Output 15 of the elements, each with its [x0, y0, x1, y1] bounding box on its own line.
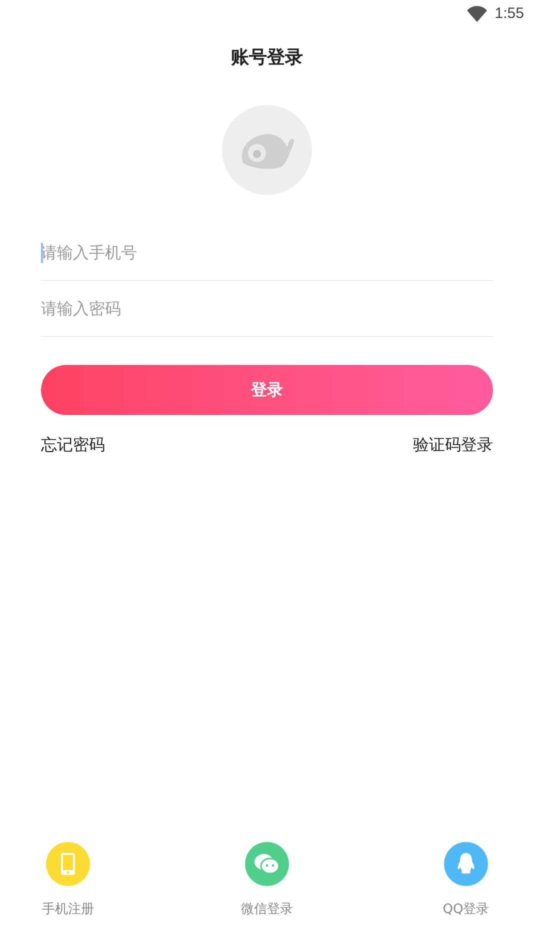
login-option-button[interactable] [444, 842, 488, 886]
text-field[interactable]: 请输入密码 [41, 281, 493, 336]
phone-icon [61, 852, 75, 874]
option-label: QQ登录 [442, 900, 490, 918]
wifi-icon [466, 6, 487, 22]
page-title: 账号登录 [231, 46, 303, 70]
login-option-button[interactable] [245, 842, 289, 886]
option-label: 微信登录 [241, 900, 293, 918]
penguin-icon [456, 852, 476, 876]
option-label: 手机注册 [42, 900, 94, 918]
login-option-button[interactable] [46, 842, 90, 886]
text-link[interactable]: 忘记密码 [41, 433, 105, 457]
text-link[interactable]: 验证码登录 [413, 433, 493, 457]
chat-bubbles-icon [254, 852, 280, 874]
clock-time: 1:55 [494, 4, 524, 24]
